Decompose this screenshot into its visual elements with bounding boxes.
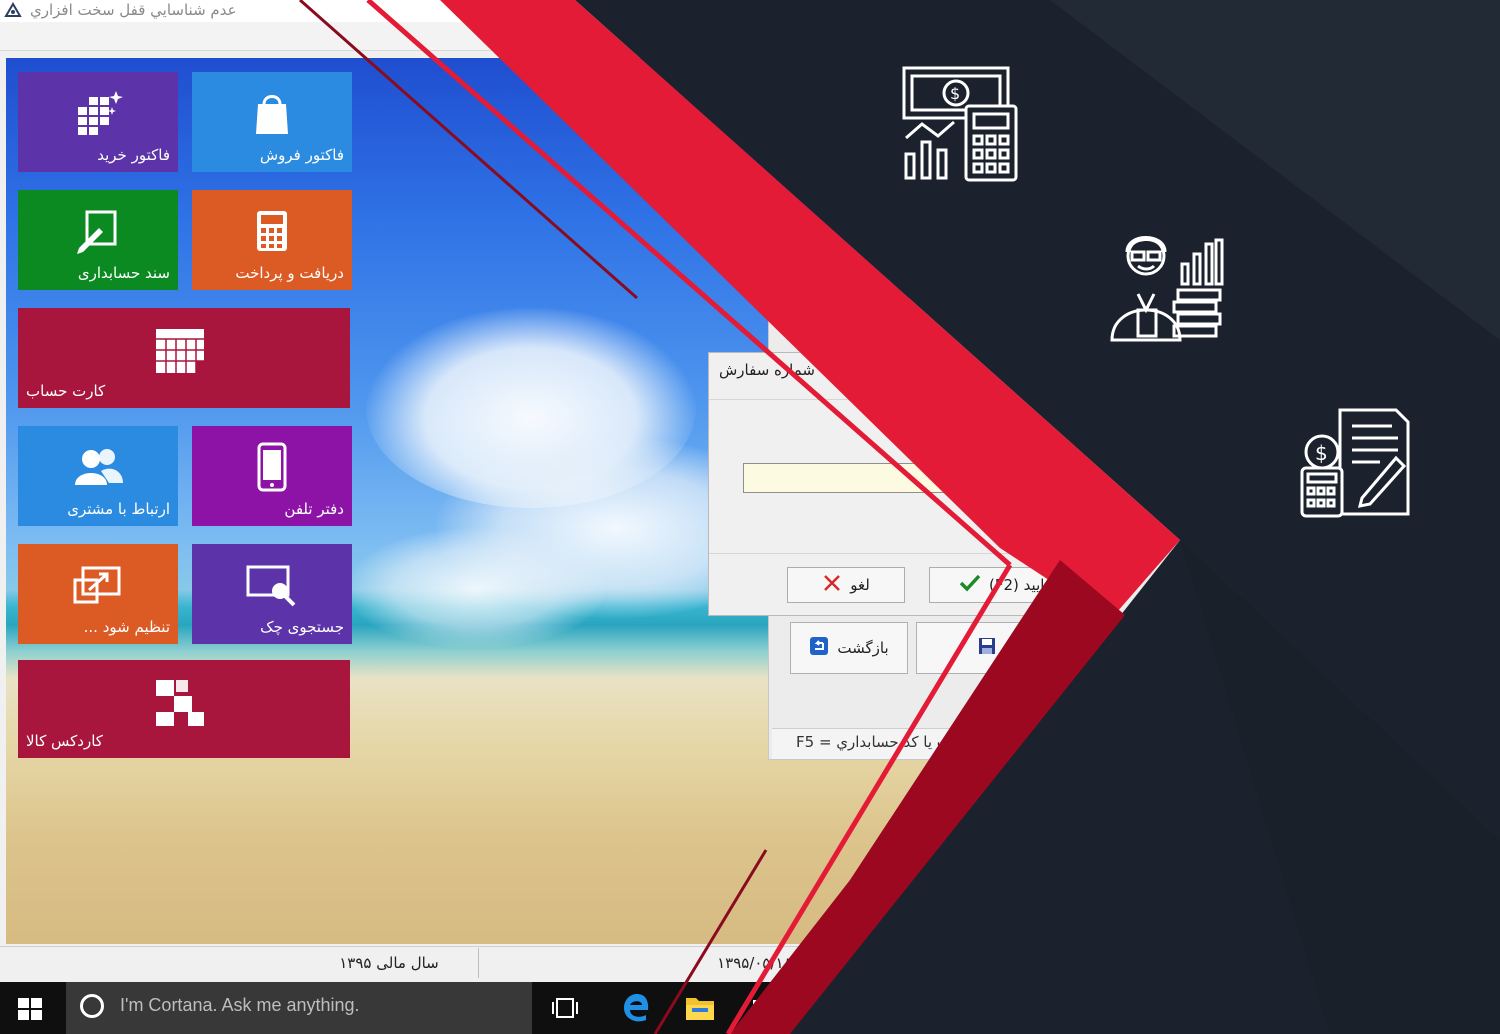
cortana-search-box[interactable]: I'm Cortana. Ask me anything. (66, 982, 532, 1034)
tile-label: تنظیم شود ... (83, 618, 170, 636)
close-icon (822, 573, 842, 597)
confirm-button[interactable]: تاييد (F2) (929, 567, 1079, 603)
cortana-icon (80, 994, 104, 1018)
divider (709, 553, 1109, 554)
windows-start-icon[interactable] (14, 994, 46, 1024)
order-number-input[interactable] (743, 463, 979, 493)
phone-icon (245, 440, 299, 494)
back-button-label: بازگشت (837, 639, 889, 657)
dialog-title: شماره سفارش (719, 361, 815, 379)
tile-sales-invoice[interactable]: فاکتور فروش (192, 72, 352, 172)
tile-label: کارت حساب (26, 382, 106, 400)
shopping-bag-icon (245, 86, 299, 140)
tile-label: کاردکس کالا (26, 732, 103, 750)
save-button[interactable]: ثبت (916, 622, 1026, 674)
grid-sparkle-icon (71, 86, 125, 140)
fiscal-year-status: سال مالی ۱۳۹۵ (300, 948, 479, 978)
save-icon (978, 637, 996, 659)
window-title: عدم شناسايي قفل سخت افزاري (30, 1, 237, 19)
tile-label: سند حسابداری (77, 264, 170, 282)
tile-label: جستجوی چک (260, 618, 344, 636)
calculator-icon (245, 204, 299, 258)
file-explorer-icon[interactable] (684, 994, 716, 1022)
users-icon (71, 440, 125, 494)
title-bar: عدم شناسايي قفل سخت افزاري (0, 0, 1500, 22)
edit-document-icon (71, 204, 125, 258)
date-status: دوشنبه ۱۳۹۵/۰۵/۱۸ (717, 954, 840, 972)
tile-receive-pay[interactable]: دریافت و پرداخت (192, 190, 352, 290)
search-placeholder: I'm Cortana. Ask me anything. (120, 995, 360, 1015)
tile-customer-relation[interactable]: ارتباط با مشتری (18, 426, 178, 526)
tile-goods-cardex[interactable]: کاردکس کالا (18, 660, 350, 758)
tile-label: دفتر تلفن (284, 500, 344, 518)
order-number-dialog: شماره سفارش لغو تاييد (F2) (708, 352, 1110, 616)
back-arrow-icon (809, 636, 829, 660)
tile-label: دریافت و پرداخت (235, 264, 344, 282)
external-window-icon (71, 558, 125, 612)
cancel-button[interactable]: لغو (787, 567, 905, 603)
save-button-label: ثبت (1001, 639, 1025, 657)
windows-taskbar: I'm Cortana. Ask me anything. (0, 982, 1500, 1034)
cancel-button-label: لغو (850, 576, 870, 594)
tile-account-card[interactable]: کارت حساب (18, 308, 350, 408)
search-window-icon (245, 558, 299, 612)
store-icon[interactable] (750, 992, 780, 1024)
confirm-button-label: تاييد (F2) (989, 576, 1049, 594)
accounting-app-window: عدم شناسايي قفل سخت افزاري فاکتور خرید ف… (0, 0, 1500, 1034)
tile-label: فاکتور خرید (97, 146, 170, 164)
shortcut-hint: F5 = حساب يا کد حسابداري (796, 733, 979, 751)
tile-label: فاکتور فروش (259, 146, 344, 164)
edge-icon[interactable] (620, 992, 652, 1024)
checkmark-icon (959, 573, 981, 597)
task-view-icon[interactable] (550, 996, 580, 1020)
hint-bar: F5 = حساب يا کد حسابداري (772, 728, 1112, 759)
calendar-icon (153, 324, 207, 378)
back-button[interactable]: بازگشت (790, 622, 908, 674)
tile-check-search[interactable]: جستجوی چک (192, 544, 352, 644)
menu-band (0, 22, 1500, 51)
tile-purchase-invoice[interactable]: فاکتور خرید (18, 72, 178, 172)
tile-accounting-voucher[interactable]: سند حسابداری (18, 190, 178, 290)
app-icon (4, 2, 22, 18)
tile-phone-book[interactable]: دفتر تلفن (192, 426, 352, 526)
tile-settings[interactable]: تنظیم شود ... (18, 544, 178, 644)
divider (709, 399, 1109, 400)
blocks-icon (153, 676, 207, 730)
cloud (346, 528, 606, 648)
tile-label: ارتباط با مشتری (67, 500, 170, 518)
